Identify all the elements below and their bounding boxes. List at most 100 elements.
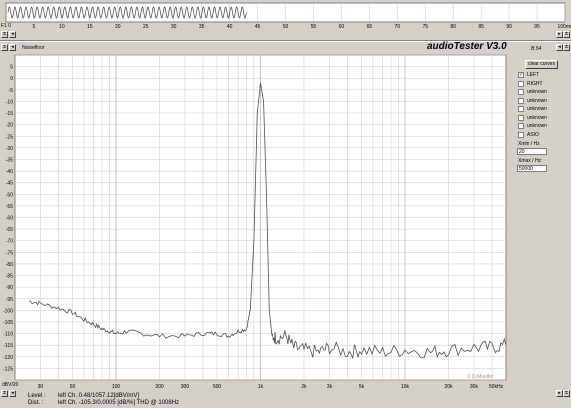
y-tick-label: -10 [6, 99, 13, 105]
spectrum-lock-right-button[interactable]: ± [563, 390, 570, 397]
app-title: audioTester V3.0 [427, 41, 507, 52]
y-tick-label: -35 [6, 157, 13, 163]
main-zoom-plus-button[interactable]: ± [1, 44, 8, 51]
top-scroll-right-button[interactable]: ▸ [556, 31, 563, 38]
top-x-tick-label: 10 [59, 24, 65, 30]
top-x-tick-label: 25 [143, 24, 149, 30]
top-zoom-plus-button[interactable]: ± [1, 31, 8, 38]
channel-checkbox[interactable]: ✓ [518, 72, 524, 78]
noisefloor-label: Noisefloor [22, 45, 45, 51]
y-tick-label: -105 [3, 320, 13, 326]
channel-checkbox[interactable] [518, 97, 524, 104]
y-tick-label: -15 [6, 111, 13, 117]
top-x-tick-label: 45 [255, 24, 261, 30]
channel-checkbox[interactable] [518, 131, 524, 138]
spectrum-lock-left-button[interactable]: ± [1, 390, 8, 397]
y-tick-label: -25 [6, 134, 13, 140]
clear-curves-button[interactable]: clear curves [525, 60, 558, 69]
xmax-field[interactable] [517, 165, 547, 172]
channel-label: unknown [527, 89, 548, 95]
top-x-tick-label: 20 [115, 24, 121, 30]
y-tick-label: -60 [6, 216, 13, 222]
xmin-label: Xmin / Hz [518, 141, 540, 147]
y-tick-label: -110 [3, 332, 13, 338]
y-tick-label: -95 [6, 297, 13, 303]
top-x-tick-label: 30 [171, 24, 177, 30]
channel-label: unknown [527, 123, 548, 129]
top-scroll-left-button[interactable]: ◂ [9, 31, 16, 38]
x-tick-label: 1k [258, 384, 264, 390]
y-tick-label: -125 [3, 366, 13, 372]
spectrum-scroll-right-button[interactable]: ▸ [556, 390, 563, 397]
x-tick-label: 5k [359, 384, 365, 390]
channel-checkbox[interactable] [518, 80, 524, 87]
y-tick-label: -80 [6, 262, 13, 268]
x-tick-label: 100 [112, 384, 121, 390]
top-x-tick-label: 5 [33, 24, 36, 30]
x-tick-label: 30 [38, 384, 44, 390]
y-tick-label: -55 [6, 204, 13, 210]
y-tick-label: 5 [10, 65, 13, 71]
x-tick-label: 20k [444, 384, 453, 390]
y-tick-label: 0 [10, 76, 13, 82]
x-tick-label: 200 [155, 384, 164, 390]
y-tick-label: -70 [6, 239, 13, 245]
x-tick-label: 3k [327, 384, 333, 390]
top-zoom-minus-button[interactable]: ± [563, 31, 570, 38]
top-x-tick-label: 100ms [557, 24, 571, 30]
x-tick-label: 500 [213, 384, 222, 390]
x-tick-label: 2k [301, 384, 307, 390]
y-tick-label: -40 [6, 169, 13, 175]
x-tick-label: 300 [181, 384, 190, 390]
watermark: © D.Mueller [467, 374, 494, 380]
top-x-tick-label: 35 [199, 24, 205, 30]
level-label: Level : [28, 393, 46, 399]
y-tick-label: -20 [6, 123, 13, 129]
channel-checkbox[interactable] [518, 89, 524, 95]
top-x-tick-label: 85 [478, 24, 484, 30]
main-scroll-left-button[interactable]: ◂ [9, 44, 16, 51]
y-tick-label: -65 [6, 227, 13, 233]
level-value: left Ch. 0.48/1057.12[dBV/mV] [58, 393, 140, 399]
y-tick-label: -120 [3, 355, 13, 361]
spectrum-scroll-left-button[interactable]: ◂ [9, 390, 16, 397]
top-x-tick-label: 95 [534, 24, 540, 30]
x-tick-label: 50 [70, 384, 76, 390]
x-tick-label: 30k [470, 384, 479, 390]
channel-label: unknown [527, 114, 548, 121]
y-tick-label: -115 [3, 343, 13, 349]
y-tick-label: -75 [6, 250, 13, 256]
top-x-tick-label: 15 [87, 24, 93, 30]
main-scroll-right-button[interactable]: ◂ [556, 44, 563, 51]
y-tick-label: -50 [6, 192, 13, 198]
graph-canvas: 5 10 15 20 25 30 35 40 45 50 55 60 65 70 75 80 85 90 95 100… [0, 0, 571, 390]
top-x-tick-label: 40 [227, 24, 233, 30]
main-zoom-minus-button[interactable]: ± [563, 44, 570, 51]
top-x-tick-label: 55 [311, 24, 317, 30]
channel-label: LEFT [527, 72, 540, 78]
top-x-tick-label: 60 [339, 24, 345, 30]
top-x-tick-label: 65 [367, 24, 373, 30]
channel-checkbox[interactable] [518, 123, 524, 129]
top-x-tick-label: 90 [506, 24, 512, 30]
xmin-field[interactable] [517, 148, 547, 155]
channel-checkbox[interactable] [518, 114, 524, 121]
channel-label: unknown [527, 97, 548, 104]
channel-label: ASIO [527, 131, 539, 138]
channel-label: unknown [527, 106, 548, 112]
top-x-tick-label: 80 [450, 24, 456, 30]
top-x-tick-label: 50 [283, 24, 289, 30]
y-tick-label: -100 [3, 308, 13, 314]
channel-checkbox[interactable] [518, 106, 524, 112]
dist-value: left Ch. -105.3/0.0005 [dB/%] THD @ 1008… [58, 400, 180, 406]
channel-label: RIGHT [527, 80, 543, 87]
top-x-tick-label: 75 [422, 24, 428, 30]
x-tick-label: 10k [401, 384, 410, 390]
y-tick-label: -90 [6, 285, 13, 291]
y-tick-label: -30 [6, 146, 13, 152]
y-tick-label: -45 [6, 181, 13, 187]
y-tick-label: -85 [6, 274, 13, 280]
y-axis-unit-label: dBV/20 [2, 382, 19, 388]
x-tick-label: 50kHz [489, 384, 504, 390]
y-tick-label: -5 [9, 88, 14, 94]
